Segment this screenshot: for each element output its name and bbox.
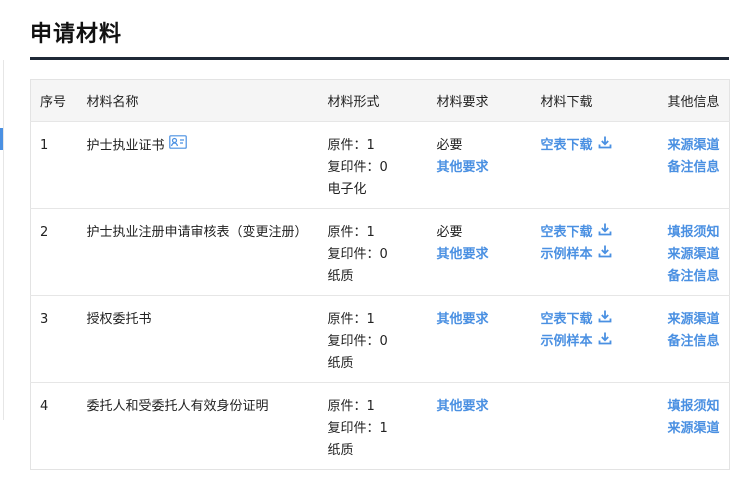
other-requirements-link[interactable]: 其他要求 xyxy=(437,309,532,331)
form-line: 纸质 xyxy=(327,443,354,458)
info-link[interactable]: 来源渠道 xyxy=(668,135,730,157)
download-icon[interactable] xyxy=(593,244,612,266)
cell-material-name: 委托人和受委托人有效身份证明 xyxy=(78,383,319,470)
material-name: 授权委托书 xyxy=(86,312,152,327)
table-row: 4 委托人和受委托人有效身份证明 原件：1 复印件：1 纸质 其他要求 填报须知 来源渠道 xyxy=(30,382,730,470)
sidebar-border xyxy=(3,60,4,420)
cell-material-form: 原件：1 复印件：0 纸质 xyxy=(319,296,428,383)
info-link[interactable]: 备注信息 xyxy=(668,331,730,353)
id-card-icon[interactable] xyxy=(168,135,187,157)
download-icon[interactable] xyxy=(593,222,612,244)
info-link[interactable]: 备注信息 xyxy=(668,157,730,179)
form-line: 复印件：1 xyxy=(327,421,388,436)
cell-material-name: 护士执业证书 xyxy=(78,122,319,209)
cell-download: 空表下载 xyxy=(532,122,659,209)
cell-material-name: 授权委托书 xyxy=(78,296,319,383)
info-link[interactable]: 填报须知 xyxy=(668,396,730,418)
header-form: 材料形式 xyxy=(327,95,380,110)
download-label[interactable]: 示例样本 xyxy=(541,244,593,266)
header-index: 序号 xyxy=(40,95,67,110)
download-icon[interactable] xyxy=(593,309,612,331)
cell-material-form: 原件：1 复印件：0 纸质 xyxy=(319,209,428,296)
download-label[interactable]: 空表下载 xyxy=(541,222,593,244)
form-line: 原件：1 xyxy=(327,225,375,240)
download-label[interactable]: 示例样本 xyxy=(541,331,593,353)
info-link[interactable]: 来源渠道 xyxy=(668,244,730,266)
cell-requirement: 其他要求 xyxy=(428,296,532,383)
cell-index: 3 xyxy=(40,312,49,327)
cell-other-info: 来源渠道 备注信息 xyxy=(659,296,730,383)
header-download: 材料下载 xyxy=(540,95,593,110)
form-line: 原件：1 xyxy=(327,399,375,414)
download-link[interactable]: 示例样本 xyxy=(541,244,659,266)
cell-material-form: 原件：1 复印件：0 电子化 xyxy=(319,122,428,209)
form-line: 纸质 xyxy=(327,269,354,284)
form-line: 复印件：0 xyxy=(327,160,388,175)
materials-table: 序号 材料名称 材料形式 材料要求 材料下载 其他信息 1 护士执业证书 原件：1 复… xyxy=(30,79,730,470)
form-line: 电子化 xyxy=(327,182,367,197)
sidebar-active-indicator xyxy=(0,128,3,150)
download-label[interactable]: 空表下载 xyxy=(541,135,593,157)
material-name: 委托人和受委托人有效身份证明 xyxy=(86,399,269,414)
download-link[interactable]: 空表下载 xyxy=(541,309,659,331)
cell-index: 1 xyxy=(40,138,49,153)
material-name: 护士执业证书 xyxy=(86,138,165,154)
form-line: 复印件：0 xyxy=(327,247,388,262)
cell-index: 2 xyxy=(40,225,49,240)
info-link[interactable]: 来源渠道 xyxy=(668,309,730,331)
cell-download: 空表下载 示例样本 xyxy=(532,296,659,383)
form-line: 原件：1 xyxy=(327,312,375,327)
download-link[interactable]: 空表下载 xyxy=(541,135,659,157)
download-label[interactable]: 空表下载 xyxy=(541,309,593,331)
cell-download xyxy=(532,383,659,470)
table-row: 3 授权委托书 原件：1 复印件：0 纸质 其他要求 空表下载 示例样本 来源渠道 备注信息 xyxy=(30,295,730,383)
page-title: 申请材料 xyxy=(30,22,123,47)
info-link[interactable]: 备注信息 xyxy=(668,266,730,288)
info-link[interactable]: 填报须知 xyxy=(668,222,730,244)
table-header-row: 序号 材料名称 材料形式 材料要求 材料下载 其他信息 xyxy=(30,79,730,122)
form-line: 原件：1 xyxy=(327,138,375,153)
title-underline xyxy=(30,57,729,60)
material-name: 护士执业注册申请审核表（变更注册） xyxy=(86,225,308,240)
cell-requirement: 必要 其他要求 xyxy=(428,122,532,209)
form-line: 纸质 xyxy=(327,356,354,371)
cell-other-info: 填报须知 来源渠道 备注信息 xyxy=(659,209,730,296)
other-requirements-link[interactable]: 其他要求 xyxy=(437,157,532,179)
cell-download: 空表下载 示例样本 xyxy=(532,209,659,296)
cell-material-form: 原件：1 复印件：1 纸质 xyxy=(319,383,428,470)
required-text: 必要 xyxy=(436,225,463,240)
download-icon[interactable] xyxy=(593,331,612,353)
table-row: 1 护士执业证书 原件：1 复印件：0 电子化 必要其他要求 空表下载 来源渠道 备注信息 xyxy=(30,121,730,209)
cell-index: 4 xyxy=(40,399,49,414)
header-requirement: 材料要求 xyxy=(436,95,489,110)
cell-material-name: 护士执业注册申请审核表（变更注册） xyxy=(78,209,319,296)
other-requirements-link[interactable]: 其他要求 xyxy=(437,244,532,266)
download-link[interactable]: 示例样本 xyxy=(541,331,659,353)
cell-other-info: 来源渠道 备注信息 xyxy=(659,122,730,209)
cell-requirement: 其他要求 xyxy=(428,383,532,470)
header-other-info: 其他信息 xyxy=(667,95,720,110)
download-icon[interactable] xyxy=(593,135,612,157)
other-requirements-link[interactable]: 其他要求 xyxy=(437,396,532,418)
cell-other-info: 填报须知 来源渠道 xyxy=(659,383,730,470)
cell-requirement: 必要 其他要求 xyxy=(428,209,532,296)
form-line: 复印件：0 xyxy=(327,334,388,349)
table-row: 2 护士执业注册申请审核表（变更注册） 原件：1 复印件：0 纸质 必要其他要求 空表下载示… xyxy=(30,208,730,296)
required-text: 必要 xyxy=(436,138,463,153)
download-link[interactable]: 空表下载 xyxy=(541,222,659,244)
header-name: 材料名称 xyxy=(86,95,139,110)
info-link[interactable]: 来源渠道 xyxy=(668,418,730,440)
